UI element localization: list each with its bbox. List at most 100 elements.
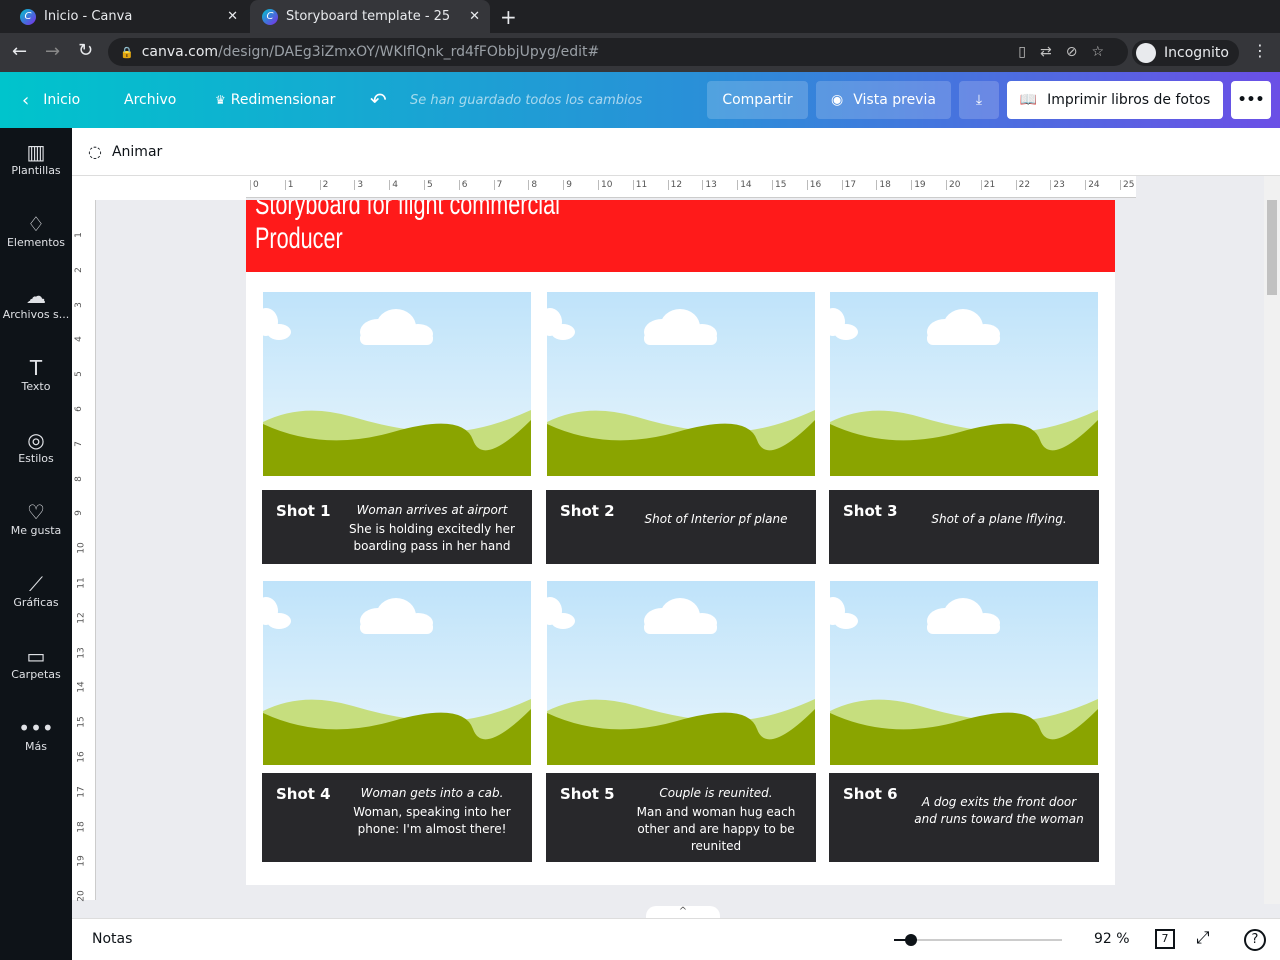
sidebar-item[interactable]: ◎ Estilos [0,416,72,488]
shot-caption[interactable]: Shot 5 Couple is reunited. Man and woman h… [546,773,816,862]
incognito-badge[interactable]: Incognito [1132,40,1239,66]
tab-title: Storyboard template - 25 [286,9,451,24]
address-bar: ← → ↻ 🔒 canva.com/design/DAEg3iZmxOY/WKIf… [0,33,1280,72]
ruler-tick: 11 [76,577,87,589]
canva-header: ‹ Inicio Archivo ♛ Redimensionar ↶ Se han … [0,72,1280,128]
ruler-tick: 1 [73,232,84,238]
more-options-button[interactable]: ••• [1231,81,1271,119]
sidebar-item[interactable]: ☁ Archivos s... [0,272,72,344]
preview-button[interactable]: ◉ Vista previa [816,81,951,119]
ruler-tick: 4 [389,180,398,190]
sidebar-item-label: Archivos s... [2,308,70,321]
ruler-tick: 14 [76,681,87,694]
sidebar: ▥ Plantillas ♢ Elementos ☁ Archivos s... T Text… [0,128,72,960]
zoom-slider[interactable] [894,934,1062,946]
shot-title: A dog exits the front door and runs towa… [914,795,1084,826]
sidebar-icon: ◎ [27,428,45,452]
ruler-tick: 5 [73,371,84,378]
sidebar-item-label: Estilos [18,452,54,465]
page-count-button[interactable]: 7 [1155,929,1175,949]
new-tab-button[interactable]: + [500,5,517,29]
shot-caption[interactable]: Shot 6 A dog exits the front door and run… [829,773,1099,862]
shot-image[interactable] [263,581,531,765]
zoom-level[interactable]: 92 % [1094,931,1130,947]
sidebar-icon: ⟋ [29,572,43,596]
url-input[interactable]: 🔒 canva.com/design/DAEg3iZmxOY/WKIflQnk_r… [108,38,1128,66]
editor-toolbar: ◌ Animar [72,128,1280,176]
file-menu[interactable]: Archivo [124,72,176,128]
shot-image[interactable] [263,292,531,476]
print-label: Imprimir libros de fotos [1047,92,1211,108]
sidebar-item[interactable]: ••• Más [0,704,72,776]
shot-caption[interactable]: Shot 2 Shot of Interior pf plane [546,490,816,564]
shot-image[interactable] [547,581,815,765]
design-page[interactable]: Storyboard for flight commercial Produce… [246,200,1115,885]
title-line-2: Producer [255,222,343,255]
sidebar-item[interactable]: ⟋ Gráficas [0,560,72,632]
close-tab-icon[interactable]: ✕ [469,9,480,24]
sidebar-icon: ☁ [26,284,46,308]
ruler-tick: 10 [76,542,87,554]
shot-label: Shot 2 [560,502,615,520]
title-banner[interactable]: Storyboard for flight commercial Produce… [246,200,1115,272]
chevron-left-icon: ‹ [22,89,30,111]
ruler-tick: 12 [76,612,87,624]
sidebar-item[interactable]: ♡ Me gusta [0,488,72,560]
shot-caption[interactable]: Shot 3 Shot of a plane lflying. [829,490,1099,564]
shot-image[interactable] [547,292,815,476]
help-button[interactable]: ? [1244,929,1266,951]
ruler-tick: 16 [806,180,821,190]
ruler-tick: 17 [841,180,856,190]
share-button[interactable]: Compartir [707,81,808,119]
tab-inicio[interactable]: C Inicio - Canva ✕ [8,0,248,33]
shot-description: Man and woman hug each other and are hap… [636,805,796,853]
vertical-scrollbar[interactable] [1264,176,1280,904]
undo-icon[interactable]: ↶ [370,72,387,128]
ruler-tick: 19 [76,855,87,868]
download-button[interactable]: ⤓ [959,81,999,119]
ruler-tick: 0 [250,180,259,190]
url-path: /design/DAEg3iZmxOY/WKIflQnk_rd4fFObbjUp… [218,44,600,60]
zoom-slider-knob[interactable] [904,934,917,946]
sidebar-icon: ♢ [27,212,45,236]
fullscreen-icon[interactable]: ⤢ [1196,928,1210,948]
ruler-tick: 13 [702,180,717,190]
shot-label: Shot 3 [843,502,898,520]
ruler-tick: 9 [73,510,84,517]
shot-title: Woman gets into a cab. [360,786,504,800]
tab-storyboard[interactable]: C Storyboard template - 25 ✕ [250,0,490,33]
ruler-tick: 4 [73,336,84,343]
shot-image[interactable] [830,581,1098,765]
eye-icon: ◉ [831,92,844,108]
sidebar-item[interactable]: ♢ Elementos [0,200,72,272]
resize-button[interactable]: ♛ Redimensionar [215,72,335,128]
print-photobook-button[interactable]: 📖 Imprimir libros de fotos [1007,81,1223,119]
shot-caption[interactable]: Shot 4 Woman gets into a cab. Woman, speak… [262,773,532,862]
sidebar-item-label: Plantillas [11,164,61,177]
ruler-tick: 10 [598,180,612,190]
shot-caption[interactable]: Shot 1 Woman arrives at airport She is hol… [262,490,532,564]
canva-favicon-icon: C [262,8,278,25]
reload-icon[interactable]: ↻ [78,40,93,61]
forward-icon[interactable]: → [45,41,60,62]
resize-label: Redimensionar [230,92,336,108]
animate-button[interactable]: ◌ Animar [88,142,162,161]
back-icon[interactable]: ← [12,41,27,62]
sidebar-item[interactable]: ▥ Plantillas [0,128,72,200]
ruler-tick: 16 [76,751,87,763]
sidebar-item[interactable]: ▭ Carpetas [0,632,72,704]
ruler-tick: 18 [76,820,87,833]
home-button[interactable]: ‹ Inicio [22,72,80,128]
shot-title: Woman arrives at airport [356,503,508,517]
close-tab-icon[interactable]: ✕ [227,9,238,24]
shot-image[interactable] [830,292,1098,476]
sidebar-icon: ••• [18,716,54,740]
scroll-thumb[interactable] [1267,200,1277,295]
menu-icon[interactable]: ⋮ [1252,41,1268,60]
sidebar-item[interactable]: T Texto [0,344,72,416]
ruler-tick: 11 [632,180,647,190]
address-actions-icons[interactable]: ▯⇄⊘☆ [1018,44,1118,60]
sidebar-icon: ▭ [26,644,46,668]
notes-button[interactable]: Notas [92,931,132,947]
ruler-tick: 15 [76,716,87,728]
